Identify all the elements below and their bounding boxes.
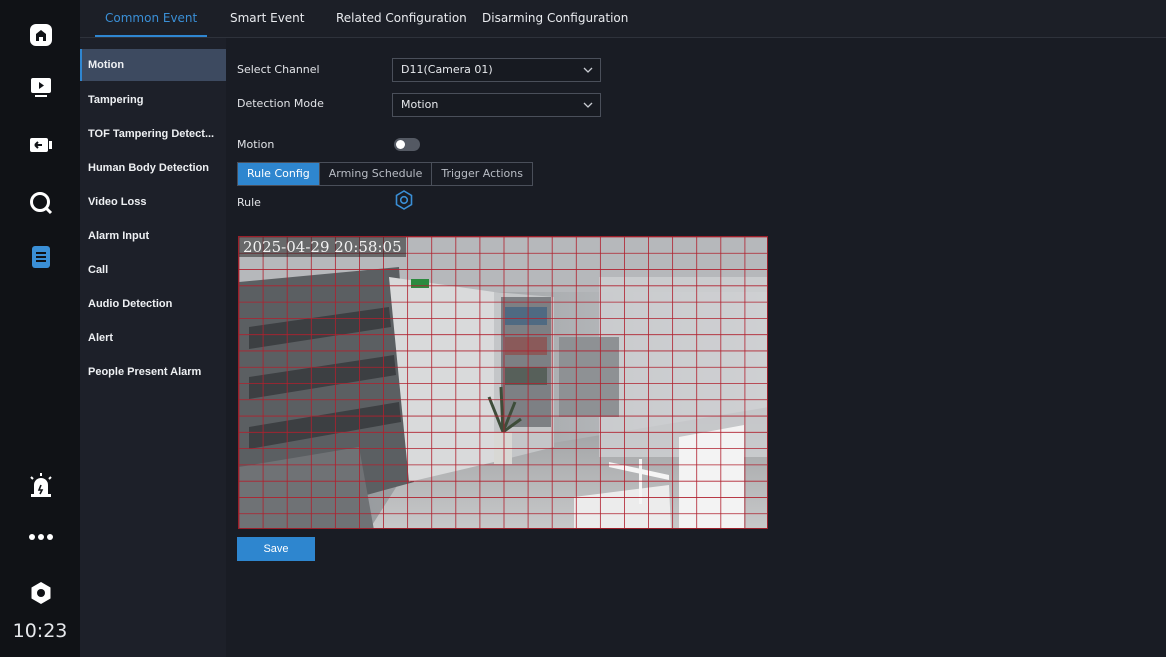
tab-smart-event[interactable]: Smart Event — [230, 0, 305, 38]
menu-item-alarm-input[interactable]: Alarm Input — [80, 220, 226, 252]
main-nav-rail: 10:23 — [0, 0, 80, 657]
event-config-icon[interactable] — [24, 240, 58, 274]
menu-item-tampering[interactable]: Tampering — [80, 84, 226, 116]
chevron-down-icon — [583, 67, 593, 73]
app-window: 10:23 Common Event Smart Event Related C… — [0, 0, 1166, 657]
home-icon[interactable] — [24, 18, 58, 52]
rule-label: Rule — [237, 196, 261, 209]
config-subtabs: Rule Config Arming Schedule Trigger Acti… — [237, 162, 533, 186]
settings-icon[interactable] — [24, 576, 58, 610]
channel-select-value: D11(Camera 01) — [401, 63, 493, 76]
menu-item-audio-detection[interactable]: Audio Detection — [80, 288, 226, 320]
chevron-down-icon — [583, 102, 593, 108]
save-button[interactable]: Save — [237, 537, 315, 561]
tab-disarming-configuration[interactable]: Disarming Configuration — [482, 0, 628, 38]
channel-label: Select Channel — [237, 63, 320, 76]
system-clock: 10:23 — [12, 620, 68, 642]
camera-preview[interactable]: 2025-04-29 20:58:05 — [238, 236, 768, 529]
detection-mode-label: Detection Mode — [237, 97, 324, 110]
search-icon[interactable] — [24, 186, 58, 220]
tab-related-configuration[interactable]: Related Configuration — [336, 0, 467, 38]
channel-select[interactable]: D11(Camera 01) — [392, 58, 601, 82]
subtab-trigger-actions[interactable]: Trigger Actions — [432, 163, 532, 185]
alarm-icon[interactable] — [24, 468, 58, 502]
subtab-rule-config[interactable]: Rule Config — [238, 163, 320, 185]
detection-mode-value: Motion — [401, 98, 439, 111]
camera-scene — [239, 237, 767, 528]
top-tab-bar: Common Event Smart Event Related Configu… — [80, 0, 1166, 38]
event-type-menu: Motion Tampering TOF Tampering Detect...… — [80, 38, 226, 657]
menu-item-call[interactable]: Call — [80, 254, 226, 286]
tab-common-event[interactable]: Common Event — [94, 0, 208, 38]
motion-config-panel: Select Channel D11(Camera 01) Detection … — [226, 38, 1166, 657]
subtab-arming-schedule[interactable]: Arming Schedule — [320, 163, 433, 185]
menu-item-tof-tampering[interactable]: TOF Tampering Detect... — [80, 118, 226, 150]
menu-item-video-loss[interactable]: Video Loss — [80, 186, 226, 218]
video-timestamp-overlay: 2025-04-29 20:58:05 — [239, 237, 406, 257]
toggle-knob — [396, 140, 405, 149]
motion-toggle[interactable] — [394, 138, 420, 151]
menu-item-alert[interactable]: Alert — [80, 322, 226, 354]
detection-mode-select[interactable]: Motion — [392, 93, 601, 117]
playback-icon[interactable] — [24, 70, 58, 104]
menu-item-human-body-detection[interactable]: Human Body Detection — [80, 152, 226, 184]
backup-icon[interactable] — [24, 128, 58, 162]
motion-label: Motion — [237, 138, 275, 151]
rule-settings-icon[interactable] — [395, 190, 413, 210]
more-icon[interactable] — [24, 520, 58, 554]
menu-item-people-present-alarm[interactable]: People Present Alarm — [80, 356, 226, 388]
menu-item-motion[interactable]: Motion — [80, 49, 226, 81]
